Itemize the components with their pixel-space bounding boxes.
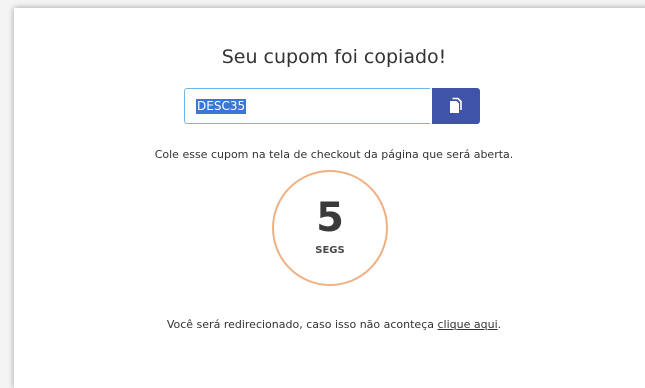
countdown-unit: SEGS <box>315 245 345 256</box>
redirect-message: Você será redirecionado, caso isso não a… <box>14 318 645 331</box>
coupon-instructions: Cole esse cupom na tela de checkout da p… <box>154 148 514 161</box>
copy-coupon-button[interactable] <box>432 88 480 124</box>
countdown-timer: 5 SEGS <box>272 170 388 286</box>
coupon-code: DESC35 <box>196 99 247 114</box>
coupon-field-group: DESC35 <box>184 88 480 124</box>
coupon-input[interactable]: DESC35 <box>184 88 430 124</box>
countdown-number: 5 <box>316 195 344 241</box>
modal-title: Seu cupom foi copiado! <box>221 46 447 68</box>
redirect-suffix: . <box>497 318 502 331</box>
redirect-text: Você será redirecionado, caso isso não a… <box>166 318 438 331</box>
click-here-link[interactable]: clique aqui <box>438 318 498 331</box>
coupon-modal: Seu cupom foi copiado! DESC35 Cole esse … <box>14 8 645 388</box>
copy-icon <box>450 97 462 113</box>
